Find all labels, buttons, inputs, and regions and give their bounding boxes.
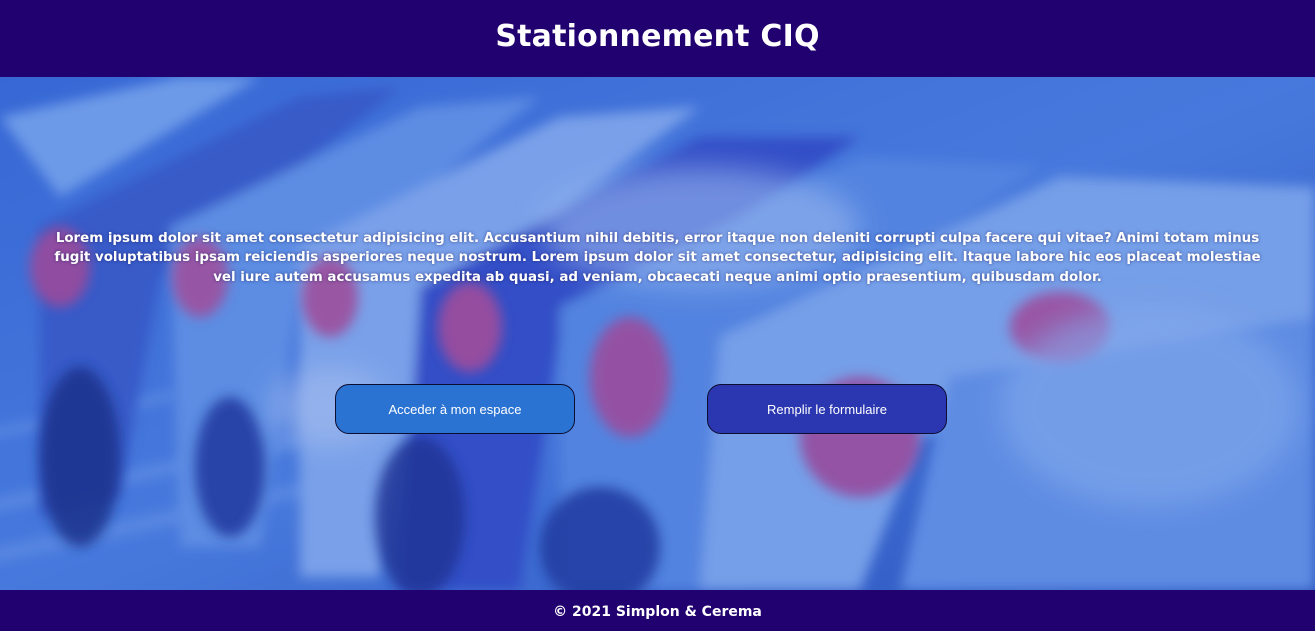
access-account-button[interactable]: Acceder à mon espace: [335, 384, 575, 434]
hero-section: Lorem ipsum dolor sit amet consectetur a…: [0, 77, 1315, 590]
site-footer: © 2021 Simplon & Cerema: [0, 590, 1315, 631]
parked-cars-background-image: [0, 77, 1315, 590]
fill-form-button[interactable]: Remplir le formulaire: [707, 384, 947, 434]
copyright-text: © 2021 Simplon & Cerema: [553, 603, 762, 620]
hero-description: Lorem ipsum dolor sit amet consectetur a…: [54, 231, 1261, 285]
page-title: Stationnement CIQ: [495, 19, 820, 54]
site-header: Stationnement CIQ: [0, 0, 1315, 77]
